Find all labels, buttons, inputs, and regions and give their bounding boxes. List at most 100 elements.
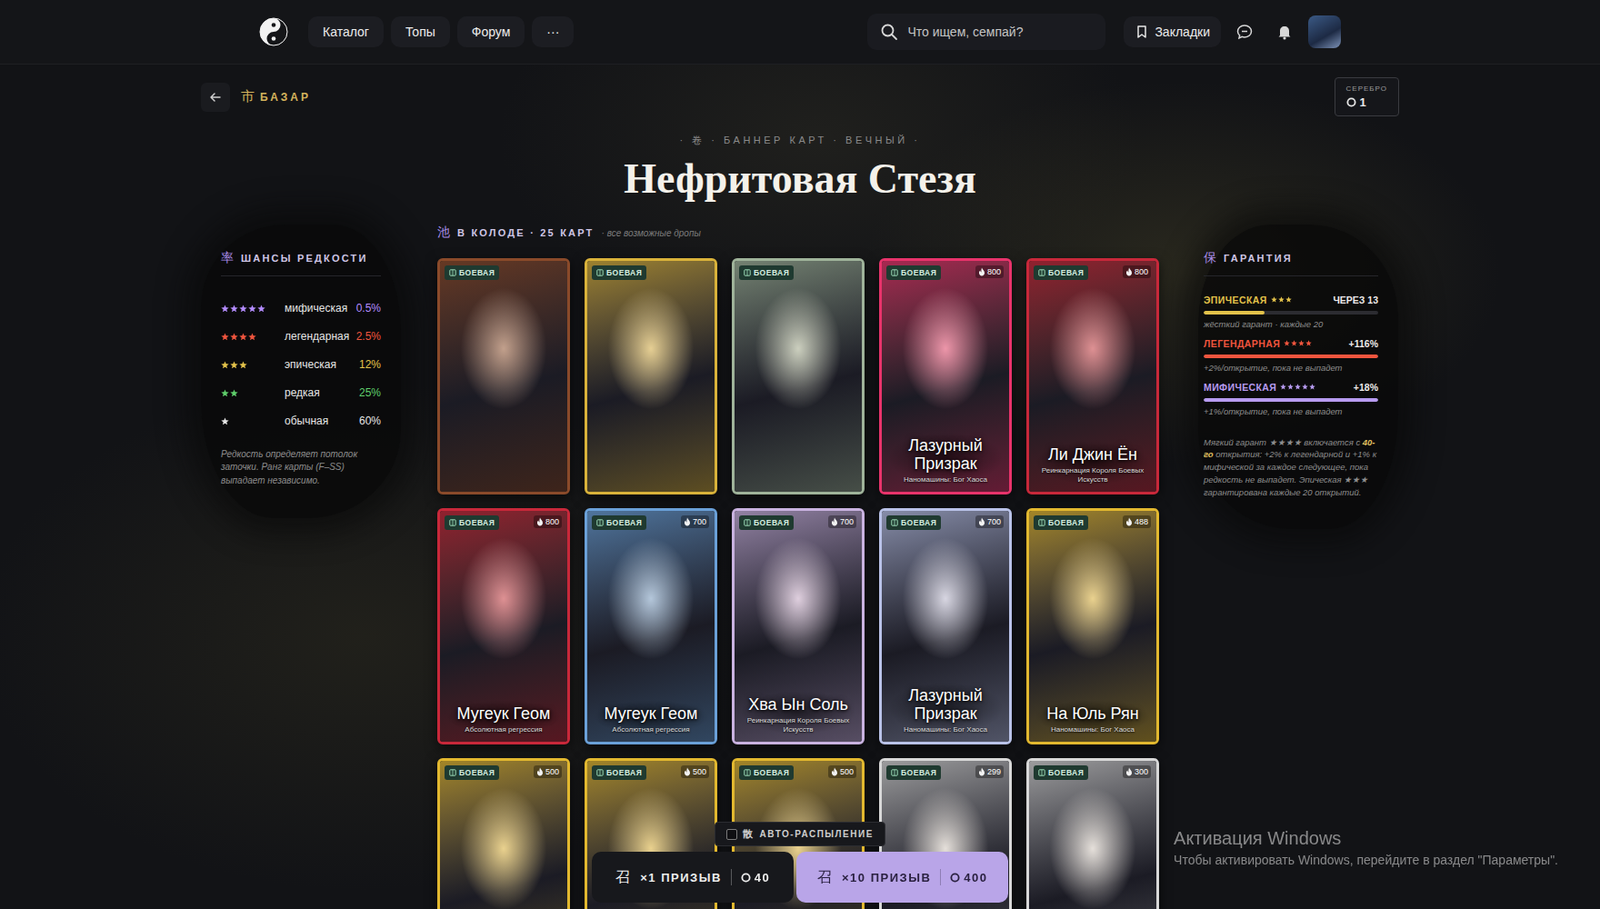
- guarantee-item: ЭПИЧЕСКАЯ ЧЕРЕЗ 13 жёсткий гарант · кажд…: [1203, 294, 1379, 330]
- breadcrumb-label[interactable]: БАЗАР: [260, 90, 311, 104]
- card-art: [440, 760, 568, 909]
- card-caption: Хва Ын Соль Реинкарнация Короля Боевых И…: [740, 690, 857, 735]
- odds-icon: 率: [220, 250, 234, 267]
- guarantee-panel: 保 ГАРАНТИЯ ЭПИЧЕСКАЯ ЧЕРЕЗ 13 жёсткий га…: [1198, 224, 1399, 530]
- flame-icon: [1125, 267, 1133, 277]
- summon-button[interactable]: 召 ×10 ПРИЗЫВ 400: [796, 851, 1009, 903]
- card[interactable]: БОЕВАЯ 700 Хва Ын Соль Реинкарнация Коро…: [731, 508, 865, 745]
- star-icon: [1283, 340, 1290, 347]
- card-name: Мугеук Геом: [445, 705, 562, 723]
- guarantee-item: ЛЕГЕНДАРНАЯ +116% +2%/открытие, пока не …: [1203, 338, 1379, 373]
- star-icon: [1305, 340, 1312, 347]
- star-icon: [220, 417, 230, 426]
- star-icon: [220, 304, 230, 313]
- rarity-name: мифическая: [284, 301, 357, 315]
- card[interactable]: БОЕВАЯ 800 Лазурный Призрак Наномашины: …: [879, 258, 1012, 495]
- card-power: 700: [828, 515, 857, 529]
- guarantee-item: МИФИЧЕСКАЯ +18% +1%/открытие, пока не вы…: [1203, 381, 1379, 417]
- nav-item[interactable]: ···: [531, 16, 574, 48]
- star-icon: [1298, 340, 1305, 347]
- star-icon: [239, 304, 248, 313]
- card-grid: БОЕВАЯ БОЕВАЯ БОЕВАЯ БОЕВАЯ 800 Лазурный…: [437, 258, 1162, 909]
- star-icon: [248, 332, 257, 341]
- bookmarks-button[interactable]: Закладки: [1123, 16, 1221, 48]
- banner-title: Нефритовая Стезя: [200, 156, 1400, 203]
- dust-icon: 散: [742, 827, 755, 841]
- book-icon: [890, 269, 899, 277]
- top-nav: КаталогТопыФорум··· Что ищем, семпай? За…: [0, 0, 1600, 65]
- nav-item[interactable]: Форум: [457, 16, 526, 48]
- user-avatar[interactable]: [1308, 15, 1341, 49]
- card-type-badge: БОЕВАЯ: [591, 265, 647, 280]
- card[interactable]: БОЕВАЯ 700 Лазурный Призрак Наномашины: …: [879, 508, 1012, 745]
- card[interactable]: БОЕВАЯ: [437, 258, 570, 495]
- star-icon: [1287, 383, 1294, 390]
- guarantee-rule: +2%/открытие, пока не выпадет: [1203, 362, 1379, 373]
- book-icon: [890, 769, 899, 777]
- book-icon: [449, 769, 457, 777]
- card[interactable]: БОЕВАЯ 800 Мугеук Геом Абсолютная регрес…: [437, 508, 570, 745]
- rarity-name: редкая: [284, 386, 360, 400]
- card[interactable]: БОЕВАЯ: [584, 258, 718, 495]
- card-power: 500: [828, 765, 857, 779]
- auto-dust-checkbox[interactable]: [726, 829, 738, 840]
- card[interactable]: БОЕВАЯ 500: [437, 758, 570, 909]
- book-icon: [596, 519, 604, 527]
- guarantee-bar-fill: [1203, 310, 1265, 315]
- silver-value: 1: [1346, 95, 1388, 110]
- card-type-badge: БОЕВАЯ: [739, 265, 794, 280]
- book-icon: [596, 769, 604, 777]
- rarity-chance: 12%: [359, 358, 381, 371]
- silver-label: СЕРЕБРО: [1346, 84, 1388, 93]
- book-icon: [449, 269, 457, 277]
- card-type-badge: БОЕВАЯ: [886, 515, 941, 530]
- guarantee-value: ЧЕРЕЗ 13: [1332, 294, 1379, 306]
- card-name: Мугеук Геом: [592, 705, 710, 723]
- card-type-badge: БОЕВАЯ: [444, 265, 500, 280]
- messages-button[interactable]: [1228, 15, 1261, 49]
- rarity-stars: [220, 360, 285, 370]
- summon-button[interactable]: 召 ×1 ПРИЗЫВ 40: [591, 851, 794, 903]
- star-icon: [248, 304, 257, 313]
- notifications-button[interactable]: [1268, 15, 1301, 49]
- star-icon: [239, 360, 248, 370]
- yin-yang-logo-icon[interactable]: [259, 17, 289, 47]
- card-type-badge: БОЕВАЯ: [591, 765, 647, 780]
- subheader: 市 БАЗАР СЕРЕБРО 1: [200, 74, 1400, 120]
- summon-bar: 散 АВТО-РАСПЫЛЕНИЕ 召 ×1 ПРИЗЫВ 40召 ×10 ПР…: [591, 821, 1009, 903]
- book-icon: [596, 269, 604, 277]
- card[interactable]: БОЕВАЯ 800 Ли Джин Ён Реинкарнация Корол…: [1026, 258, 1160, 495]
- search-field[interactable]: Что ищем, семпай?: [867, 13, 1106, 50]
- card[interactable]: БОЕВАЯ: [731, 258, 865, 495]
- auto-dust-toggle[interactable]: 散 АВТО-РАСПЫЛЕНИЕ: [714, 821, 886, 847]
- card-power: 488: [1122, 515, 1151, 529]
- flame-icon: [1125, 517, 1133, 527]
- star-icon: [1278, 296, 1285, 303]
- star-icon: [1294, 383, 1301, 390]
- bazaar-icon: 市: [240, 88, 255, 106]
- rarity-stars: [220, 304, 285, 313]
- guarantee-heading: 保 ГАРАНТИЯ: [1203, 250, 1379, 277]
- nav-item[interactable]: Каталог: [308, 16, 384, 48]
- star-icon: [230, 360, 239, 370]
- silver-balance: СЕРЕБРО 1: [1334, 77, 1400, 117]
- coin-icon: [950, 872, 960, 883]
- book-icon: [449, 519, 457, 527]
- star-icon: [239, 332, 248, 341]
- guarantee-value: +116%: [1349, 338, 1379, 350]
- card[interactable]: БОЕВАЯ 488 На Юль Рян Наномашины: Бог Ха…: [1026, 508, 1160, 745]
- star-icon: [1290, 340, 1298, 347]
- card[interactable]: БОЕВАЯ 700 Мугеук Геом Абсолютная регрес…: [584, 508, 718, 745]
- flame-icon: [1125, 767, 1133, 777]
- rarity-stars: [220, 389, 285, 398]
- back-button[interactable]: [200, 82, 230, 112]
- flame-icon: [978, 517, 986, 527]
- page: КаталогТопыФорум··· Что ищем, семпай? За…: [0, 0, 1600, 909]
- breadcrumb: 市 БАЗАР: [200, 82, 311, 112]
- flame-icon: [536, 517, 544, 527]
- guarantee-bar-fill: [1203, 354, 1379, 359]
- book-icon: [1038, 519, 1046, 527]
- nav-item[interactable]: Топы: [390, 16, 450, 48]
- banner-body: 率 ШАНСЫ РЕДКОСТИ мифическая 0.5% легенда…: [200, 224, 1400, 909]
- card[interactable]: БОЕВАЯ 300: [1026, 758, 1160, 909]
